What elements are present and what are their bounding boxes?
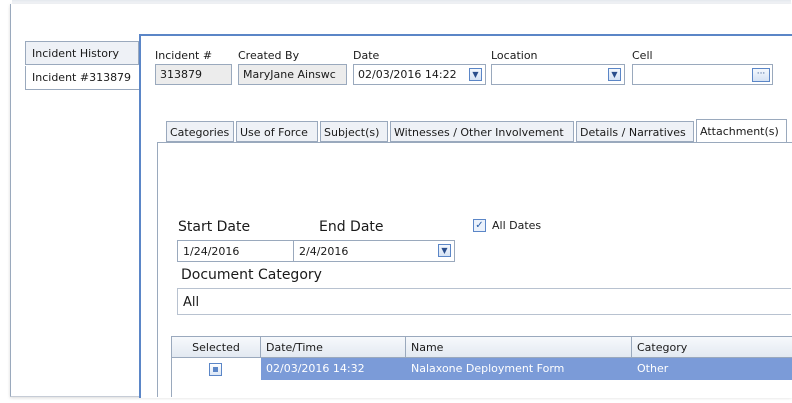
tab-categories[interactable]: Categories [166, 121, 234, 142]
all-dates-checkbox[interactable]: ✓ [473, 219, 486, 232]
row-name: Nalaxone Deployment Form [411, 362, 565, 375]
column-header-selected[interactable]: Selected [172, 337, 261, 358]
row-datetime: 02/03/2016 14:32 [266, 362, 365, 375]
column-header-category[interactable]: Category [632, 337, 792, 358]
location-dropdown-icon[interactable]: ▼ [608, 68, 621, 81]
tab-attachments[interactable]: Attachment(s) [696, 119, 787, 143]
created-by-field: MaryJane Ainswc [238, 64, 347, 85]
incident-number-field: 313879 [155, 64, 232, 85]
tab-subjects[interactable]: Subject(s) [320, 121, 388, 142]
tab-witnesses[interactable]: Witnesses / Other Involvement [390, 121, 574, 142]
end-date-dropdown-icon[interactable]: ▼ [438, 244, 451, 257]
start-date-label: Start Date [178, 219, 251, 235]
incident-number-label: Incident # [155, 49, 213, 62]
column-header-name[interactable]: Name [406, 337, 632, 358]
document-category-field[interactable]: All [177, 288, 791, 315]
date-dropdown-icon[interactable]: ▼ [469, 68, 482, 81]
document-category-label: Document Category [181, 267, 322, 283]
row-category: Other [637, 362, 669, 375]
tab-incident-detail[interactable]: Incident #313879 [25, 66, 139, 90]
end-date-label: End Date [319, 219, 384, 235]
location-label: Location [491, 49, 538, 62]
cell-browse-button[interactable]: ··· [752, 68, 770, 82]
location-field[interactable] [491, 64, 625, 85]
date-label: Date [353, 49, 380, 62]
cell-label: Cell [632, 49, 653, 62]
attachments-grid: Selected Date/Time Name Category 02/03/2… [171, 336, 792, 397]
all-dates-label: All Dates [492, 219, 542, 232]
end-date-field[interactable]: 2/4/2016 [293, 240, 455, 262]
tab-details-narratives[interactable]: Details / Narratives [576, 121, 694, 142]
column-header-datetime[interactable]: Date/Time [261, 337, 406, 358]
row-selected-checkbox[interactable] [209, 363, 222, 376]
created-by-label: Created By [238, 49, 300, 62]
tab-incident-history[interactable]: Incident History [25, 41, 139, 65]
tab-use-of-force[interactable]: Use of Force [236, 121, 318, 142]
date-field[interactable]: 02/03/2016 14:22 [353, 64, 486, 85]
